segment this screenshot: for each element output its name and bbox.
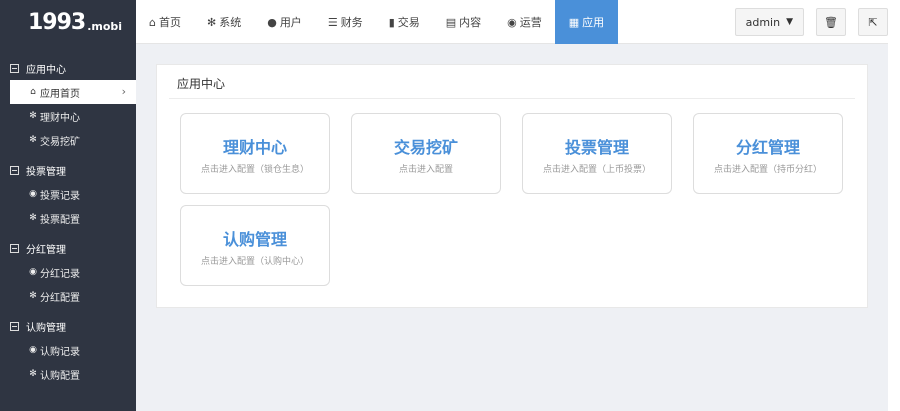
menu-group-title[interactable]: 应用中心 (0, 56, 136, 80)
user-icon: ● (267, 15, 277, 29)
user-menu-button[interactable]: admin ▼ (734, 8, 804, 36)
menu-group-app-center: 应用中心 ⌂ 应用首页 › ✻ 理财中心 ✻ 交易挖矿 (0, 56, 136, 152)
home-icon: ⌂ (30, 87, 36, 97)
collapse-icon (10, 243, 19, 253)
panel-title: 应用中心 (177, 77, 226, 91)
card-desc: 点击进入配置（锁仓生息） (200, 165, 309, 175)
logout-button[interactable]: ⇱ (858, 8, 888, 36)
list-icon: ☰ (327, 15, 338, 29)
globe-icon: ◉ (29, 345, 37, 355)
collapse-icon (10, 165, 19, 175)
card-finance-center[interactable]: 理财中心 点击进入配置（锁仓生息） (180, 113, 330, 194)
card-desc: 点击进入配置（认购中心） (200, 257, 309, 267)
sidebar-item-app-home[interactable]: ⌂ 应用首页 › (10, 80, 136, 104)
card-title: 认购管理 (222, 230, 287, 249)
menu-group-title[interactable]: 投票管理 (0, 158, 136, 182)
sidebar-item-vote-config[interactable]: ✻ 投票配置 (0, 206, 136, 230)
tab-operations[interactable]: ◉ 运营 (494, 0, 555, 44)
tab-trade[interactable]: ▮ 交易 (376, 0, 433, 44)
collapse-icon (10, 63, 19, 73)
card-dividend-management[interactable]: 分红管理 点击进入配置（持币分红） (693, 113, 843, 194)
trash-button[interactable]: 🗑 (816, 8, 846, 36)
document-icon: ▤ (445, 15, 457, 29)
card-trade-mining[interactable]: 交易挖矿 点击进入配置 (351, 113, 501, 194)
logo-main-text: 1993 (28, 9, 86, 35)
card-subscription-management[interactable]: 认购管理 点击进入配置（认购中心） (180, 205, 330, 286)
collapse-icon (10, 321, 19, 331)
chevron-right-icon: › (121, 85, 126, 98)
sidebar-item-subscription-records[interactable]: ◉ 认购记录 (0, 338, 136, 362)
home-icon: ⌂ (149, 15, 156, 29)
globe-icon: ◉ (507, 15, 517, 29)
card-title: 交易挖矿 (393, 138, 458, 157)
logo-sub-text: .mobi (87, 19, 123, 33)
card-desc: 点击进入配置 (398, 165, 453, 175)
globe-icon: ◉ (29, 267, 37, 277)
gear-icon: ✻ (29, 291, 37, 301)
menu-group-vote: 投票管理 ◉ 投票记录 ✻ 投票配置 (0, 158, 136, 230)
sidebar-item-finance-center[interactable]: ✻ 理财中心 (0, 104, 136, 128)
card-title: 理财中心 (222, 138, 287, 157)
logout-icon: ⇱ (868, 15, 878, 29)
globe-icon: ◉ (29, 189, 37, 199)
trash-icon: 🗑 (824, 15, 838, 29)
app-center-panel: 应用中心 理财中心 点击进入配置（锁仓生息） 交易挖矿 点击进入配置 投票管理 … (156, 64, 868, 308)
menu-group-title[interactable]: 认购管理 (0, 314, 136, 338)
caret-down-icon: ▼ (786, 17, 793, 27)
sidebar-item-vote-records[interactable]: ◉ 投票记录 (0, 182, 136, 206)
menu-group-dividend: 分红管理 ◉ 分红记录 ✻ 分红配置 (0, 236, 136, 308)
gear-icon: ✻ (29, 135, 37, 145)
sidebar-item-dividend-records[interactable]: ◉ 分红记录 (0, 260, 136, 284)
sidebar: 1993 .mobi 应用中心 ⌂ 应用首页 › ✻ 理财中心 ✻ 交易挖矿 投票管理 … (0, 0, 136, 411)
gear-icon: ✻ (29, 369, 37, 379)
gear-icon: ✻ (29, 213, 37, 223)
tab-apps[interactable]: ▦ 应用 (554, 0, 619, 44)
sidebar-menu: 应用中心 ⌂ 应用首页 › ✻ 理财中心 ✻ 交易挖矿 投票管理 ◉ 投票记录 ✻ 投票配置… (0, 44, 136, 386)
card-vote-management[interactable]: 投票管理 点击进入配置（上币投票） (522, 113, 672, 194)
tab-home[interactable]: ⌂ 首页 (136, 0, 194, 44)
top-navbar: ⌂ 首页 ✻ 系统 ● 用户 ☰ 财务 ▮ 交易 ▤ 内容 ◉ 运营 ▦ 应用 admin ▼ 🗑… (136, 0, 888, 44)
sidebar-item-subscription-config[interactable]: ✻ 认购配置 (0, 362, 136, 386)
bar-chart-icon: ▮ (388, 15, 395, 29)
gear-icon: ✻ (29, 111, 37, 121)
sidebar-item-trade-mining[interactable]: ✻ 交易挖矿 (0, 128, 136, 152)
scrollbar[interactable] (888, 0, 900, 411)
sidebar-item-dividend-config[interactable]: ✻ 分红配置 (0, 284, 136, 308)
tab-content[interactable]: ▤ 内容 (433, 0, 494, 44)
menu-group-title[interactable]: 分红管理 (0, 236, 136, 260)
grid-icon: ▦ (568, 15, 580, 29)
card-desc: 点击进入配置（上币投票） (542, 165, 651, 175)
card-desc: 点击进入配置（持币分红） (713, 165, 822, 175)
logo[interactable]: 1993 .mobi (0, 0, 136, 44)
gear-icon: ✻ (206, 15, 217, 29)
menu-group-subscription: 认购管理 ◉ 认购记录 ✻ 认购配置 (0, 314, 136, 386)
top-right-actions: admin ▼ 🗑 ⇱ (734, 0, 888, 44)
tab-finance[interactable]: ☰ 财务 (315, 0, 376, 44)
tab-system[interactable]: ✻ 系统 (194, 0, 254, 44)
tab-users[interactable]: ● 用户 (254, 0, 315, 44)
card-title: 投票管理 (564, 138, 629, 157)
divider (169, 98, 855, 99)
card-title: 分红管理 (735, 138, 800, 157)
